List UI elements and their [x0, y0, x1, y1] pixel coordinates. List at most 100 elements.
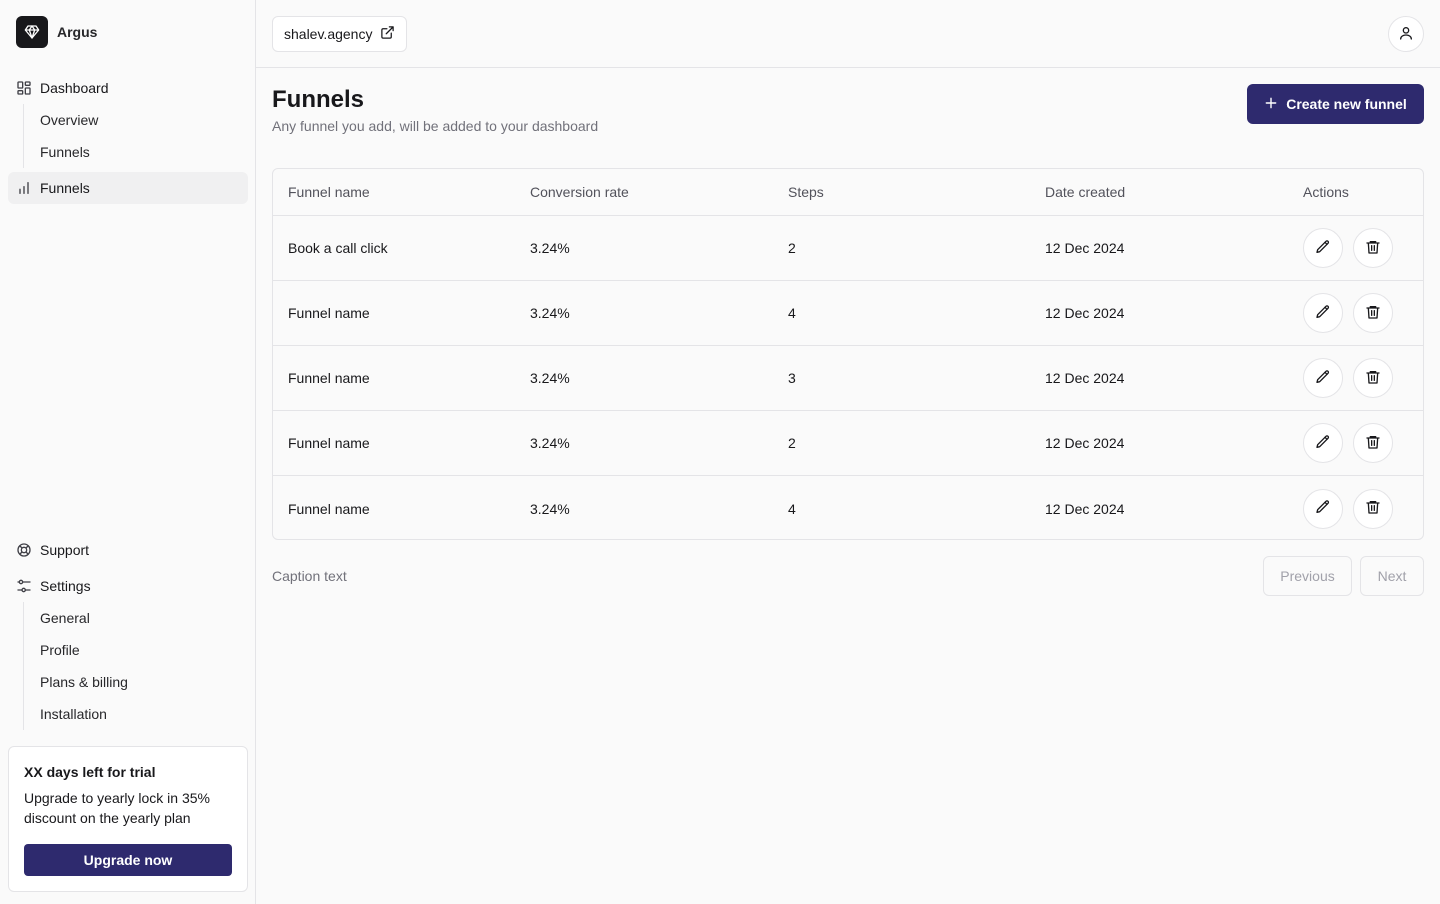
sliders-icon [16, 578, 32, 594]
delete-button[interactable] [1353, 488, 1393, 529]
sidebar-subitem-overview[interactable]: Overview [24, 104, 243, 136]
site-name: shalev.agency [284, 26, 373, 42]
sidebar-item-label: Funnels [40, 180, 90, 196]
sidebar-subitem-plans-billing[interactable]: Plans & billing [24, 666, 243, 698]
sidebar-item-support[interactable]: Support [8, 534, 248, 566]
table-header-row: Funnel name Conversion rate Steps Date c… [273, 169, 1423, 216]
steps-cell: 4 [788, 500, 796, 517]
table-caption: Caption text [272, 568, 347, 584]
actions-cell [1303, 293, 1423, 333]
date-created-cell: 12 Dec 2024 [1045, 435, 1125, 451]
sidebar-subitem-funnels[interactable]: Funnels [24, 136, 243, 168]
page-title: Funnels [272, 86, 365, 113]
column-header-steps[interactable]: Steps [788, 184, 1045, 200]
pencil-icon [1315, 239, 1331, 258]
edit-button[interactable] [1303, 293, 1343, 333]
trial-text: Upgrade to yearly lock in 35% discount o… [24, 790, 210, 826]
trash-icon [1365, 369, 1381, 388]
sidebar-item-settings[interactable]: Settings [8, 570, 248, 602]
date-created-cell: 12 Dec 2024 [1045, 500, 1125, 517]
sidebar-item-funnels[interactable]: Funnels [8, 172, 248, 204]
pencil-icon [1315, 304, 1331, 323]
sidebar-subitem-profile[interactable]: Profile [24, 634, 243, 666]
pencil-icon [1315, 369, 1331, 388]
delete-button[interactable] [1353, 228, 1393, 268]
steps-cell: 2 [788, 435, 796, 451]
funnel-name-cell: Funnel name [288, 370, 370, 386]
delete-button[interactable] [1353, 358, 1393, 398]
steps-cell: 3 [788, 370, 796, 386]
steps-cell: 4 [788, 305, 796, 321]
trash-icon [1365, 304, 1381, 323]
user-icon [1398, 25, 1414, 44]
sidebar-subitem-installation[interactable]: Installation [24, 698, 243, 730]
create-funnel-button[interactable]: Create new funnel [1247, 84, 1424, 124]
sidebar-item-dashboard[interactable]: Dashboard [8, 72, 248, 104]
table-row[interactable]: Funnel name 3.24% 4 12 Dec 2024 [273, 281, 1423, 346]
edit-button[interactable] [1303, 488, 1343, 529]
actions-cell [1303, 358, 1423, 398]
trash-icon [1365, 499, 1381, 518]
funnel-name-cell: Book a call click [288, 240, 388, 256]
funnel-name-cell: Funnel name [288, 435, 370, 451]
column-header-actions: Actions [1303, 184, 1349, 200]
pencil-icon [1315, 499, 1331, 518]
date-created-cell: 12 Dec 2024 [1045, 370, 1125, 386]
table-row[interactable]: Funnel name 3.24% 2 12 Dec 2024 [273, 411, 1423, 476]
page-subtitle: Any funnel you add, will be added to you… [272, 118, 599, 134]
date-created-cell: 12 Dec 2024 [1045, 240, 1125, 256]
date-created-cell: 12 Dec 2024 [1045, 305, 1125, 321]
edit-button[interactable] [1303, 423, 1343, 463]
sidebar-subitem-general[interactable]: General [24, 602, 243, 634]
conversion-rate-cell: 3.24% [530, 305, 570, 321]
trash-icon [1365, 434, 1381, 453]
trash-icon [1365, 239, 1381, 258]
sidebar-item-label: Settings [40, 578, 91, 594]
topbar: shalev.agency [256, 0, 1440, 68]
bar-chart-icon [16, 180, 32, 196]
next-page-button[interactable]: Next [1360, 556, 1424, 596]
create-funnel-label: Create new funnel [1286, 96, 1407, 112]
brand[interactable]: Argus [16, 16, 97, 48]
column-header-date[interactable]: Date created [1045, 184, 1303, 200]
conversion-rate-cell: 3.24% [530, 240, 570, 256]
sidebar-item-label: Support [40, 542, 90, 558]
diamond-logo-icon [16, 16, 48, 48]
actions-cell [1303, 488, 1423, 529]
table-row[interactable]: Funnel name 3.24% 3 12 Dec 2024 [273, 346, 1423, 411]
previous-page-button[interactable]: Previous [1263, 556, 1352, 596]
funnels-table: Funnel name Conversion rate Steps Date c… [272, 168, 1424, 540]
delete-button[interactable] [1353, 293, 1393, 333]
sidebar-item-label: Dashboard [40, 80, 109, 96]
column-header-name[interactable]: Funnel name [273, 184, 530, 200]
edit-button[interactable] [1303, 358, 1343, 398]
steps-cell: 2 [788, 240, 796, 256]
column-header-conversion[interactable]: Conversion rate [530, 184, 788, 200]
upgrade-now-button[interactable]: Upgrade now [24, 844, 232, 876]
settings-submenu: General Profile Plans & billing Installa… [23, 602, 243, 730]
trial-title: XX days left for trial [24, 764, 156, 780]
life-buoy-icon [16, 542, 32, 558]
funnel-name-cell: Funnel name [288, 305, 370, 321]
actions-cell [1303, 423, 1423, 463]
conversion-rate-cell: 3.24% [530, 500, 570, 517]
pencil-icon [1315, 434, 1331, 453]
sidebar: Argus Dashboard Overview Funnels Funnels… [0, 0, 256, 904]
conversion-rate-cell: 3.24% [530, 370, 570, 386]
site-link-button[interactable]: shalev.agency [272, 16, 408, 52]
funnel-name-cell: Funnel name [288, 500, 370, 517]
app-name: Argus [57, 24, 98, 40]
edit-button[interactable] [1303, 228, 1343, 268]
table-row[interactable]: Funnel name 3.24% 4 12 Dec 2024 [273, 476, 1423, 539]
table-body: Book a call click 3.24% 2 12 Dec 2024 Fu… [273, 216, 1423, 539]
user-menu-button[interactable] [1388, 16, 1424, 52]
dashboard-grid-icon [16, 80, 32, 96]
dashboard-submenu: Overview Funnels [23, 104, 243, 168]
plus-icon [1264, 96, 1278, 113]
actions-cell [1303, 228, 1423, 268]
trial-card: XX days left for trial Upgrade to yearly… [8, 746, 248, 892]
delete-button[interactable] [1353, 423, 1393, 463]
external-link-icon [380, 25, 395, 43]
conversion-rate-cell: 3.24% [530, 435, 570, 451]
table-row[interactable]: Book a call click 3.24% 2 12 Dec 2024 [273, 216, 1423, 281]
